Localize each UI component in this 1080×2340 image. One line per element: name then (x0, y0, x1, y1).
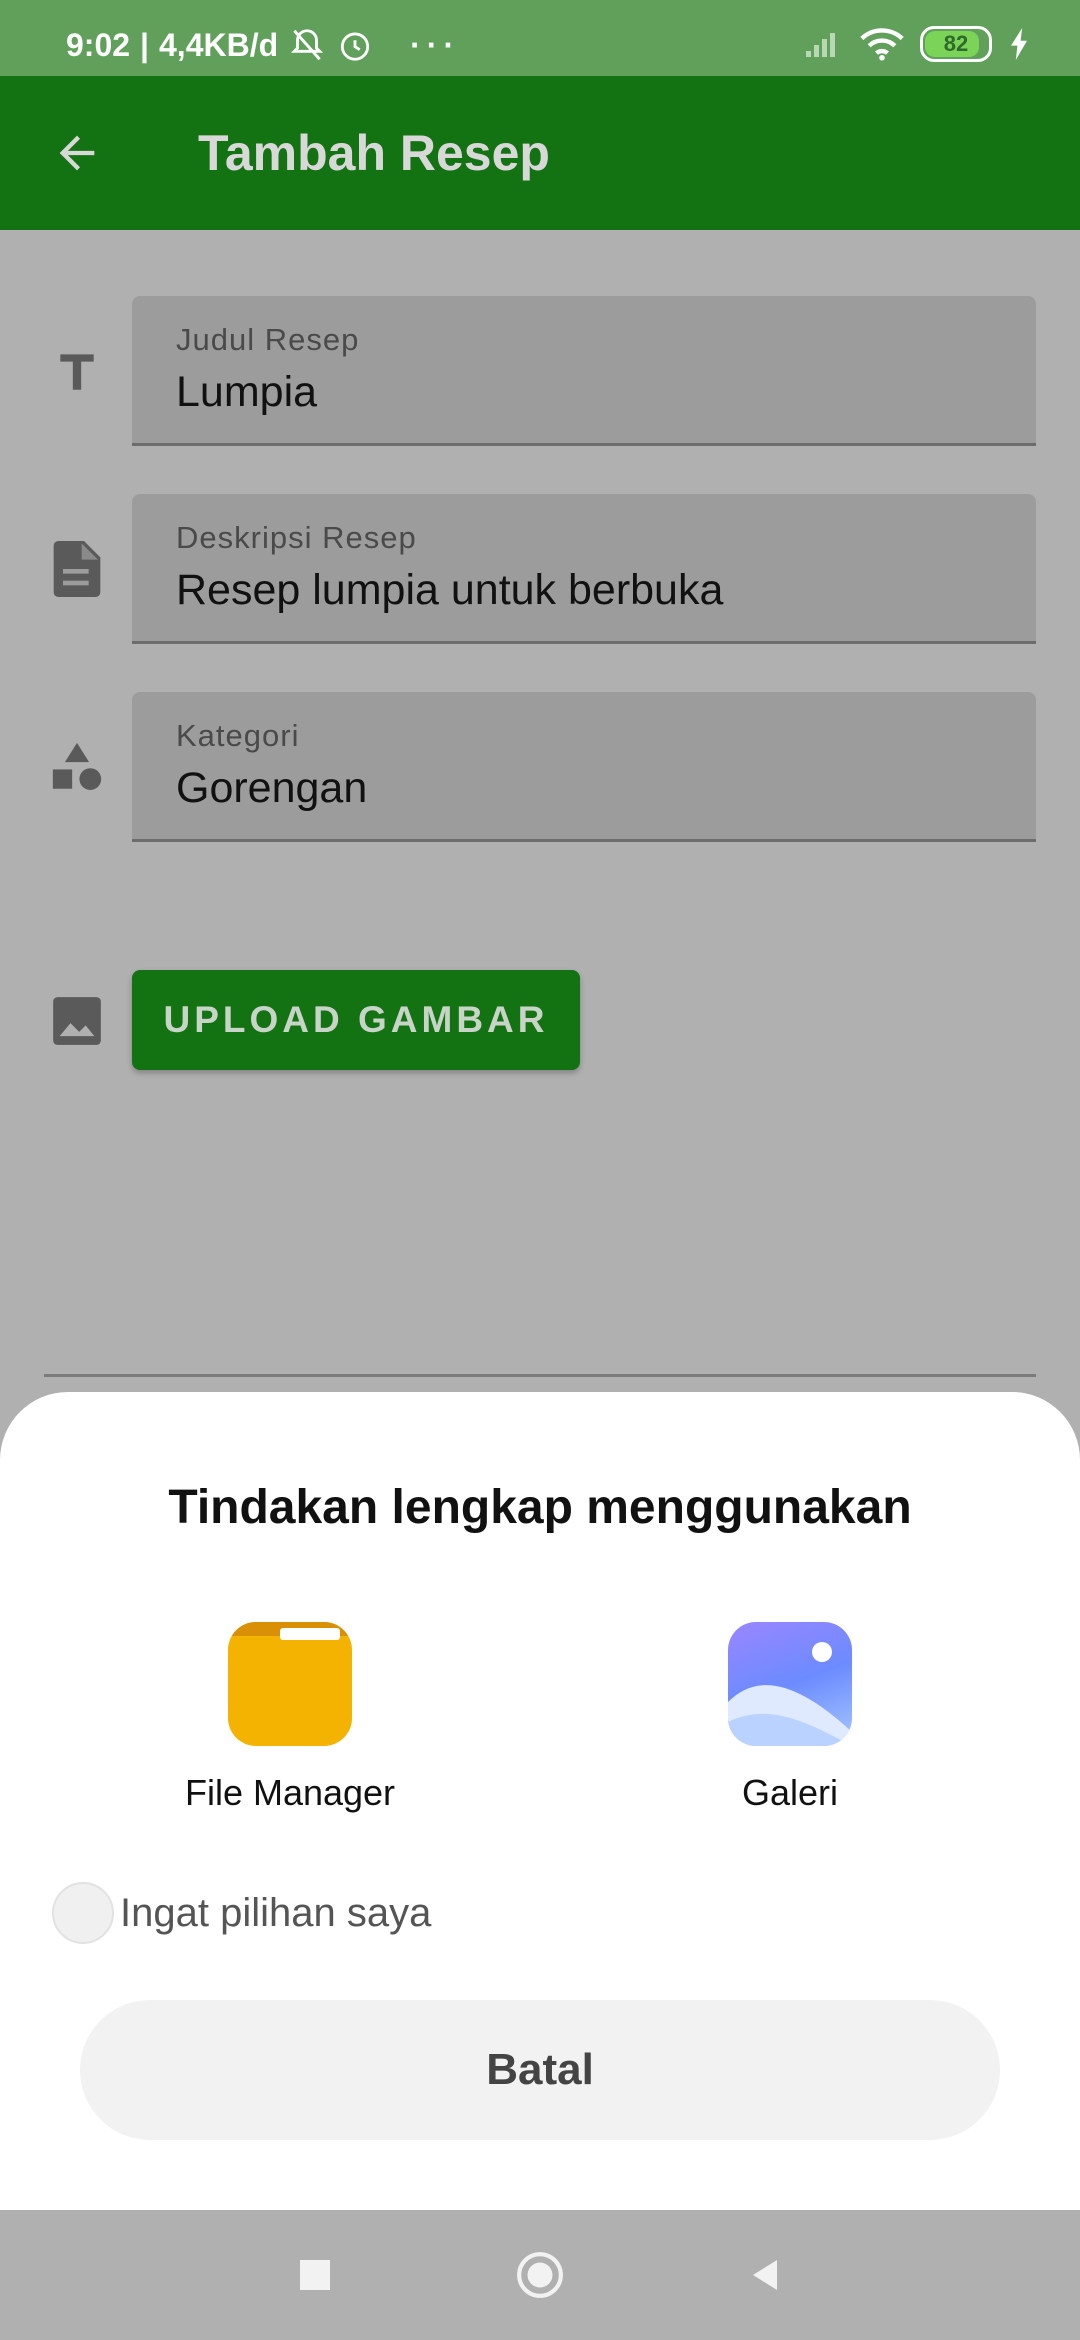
upload-image-button[interactable]: UPLOAD GAMBAR (132, 970, 580, 1070)
text-icon (46, 340, 108, 402)
app-option-file-manager[interactable]: File Manager (140, 1622, 440, 1814)
recipe-description-value: Resep lumpia untuk berbuka (176, 566, 724, 614)
alarm-icon (341, 32, 370, 61)
signal-icon (806, 33, 835, 57)
triangle-back-icon (753, 2260, 777, 2290)
shapes-icon (46, 736, 108, 798)
remember-choice-option[interactable]: Ingat pilihan saya (52, 1882, 431, 1944)
status-left: 9:02 | 4,4KB/d ··· (66, 26, 460, 64)
document-icon (46, 538, 108, 600)
category-field[interactable]: Kategori Gorengan (132, 692, 1036, 842)
navigation-bar (0, 2210, 1080, 2340)
status-network-speed: 4,4KB/d (159, 26, 279, 63)
form-content: Judul Resep Lumpia Deskripsi Resep Resep… (0, 230, 1080, 1390)
status-separator: | (140, 26, 149, 63)
app-option-gallery[interactable]: Galeri (640, 1622, 940, 1814)
recipe-title-value: Lumpia (176, 368, 318, 416)
category-label: Kategori (176, 718, 300, 753)
back-button[interactable] (0, 76, 154, 230)
battery-icon: 82 (920, 26, 992, 62)
gallery-icon (728, 1622, 852, 1746)
cancel-button[interactable]: Batal (80, 2000, 1000, 2140)
app-chooser-sheet: Tindakan lengkap menggunakan File Manage… (0, 1392, 1080, 2210)
file-manager-label: File Manager (184, 1772, 396, 1813)
battery-level: 82 (943, 31, 969, 56)
recipe-title-field[interactable]: Judul Resep Lumpia (132, 296, 1036, 446)
circle-icon (517, 2252, 563, 2298)
status-time: 9:02 (66, 26, 131, 63)
recipe-title-label: Judul Resep (176, 322, 360, 357)
category-value: Gorengan (176, 764, 368, 812)
chooser-title: Tindakan lengkap menggunakan (168, 1481, 912, 1534)
wifi-icon (860, 28, 904, 61)
content-divider (44, 1374, 1036, 1377)
mute-icon (291, 29, 324, 61)
status-bar: 9:02 | 4,4KB/d ··· 82 (0, 0, 1080, 76)
remember-label: Ingat pilihan saya (120, 1890, 432, 1935)
gallery-label: Galeri (741, 1772, 839, 1813)
app-bar: Tambah Resep (0, 76, 1080, 230)
recents-button[interactable] (290, 2250, 340, 2300)
square-icon (300, 2260, 330, 2290)
status-right: 82 (804, 26, 1030, 62)
more-dots: ··· (410, 26, 461, 63)
back-nav-button[interactable] (740, 2250, 790, 2300)
arrow-left-icon (59, 135, 95, 171)
recipe-description-label: Deskripsi Resep (176, 520, 417, 555)
page-title: Tambah Resep (198, 125, 550, 181)
file-manager-icon (228, 1622, 352, 1746)
charging-icon (1011, 28, 1027, 60)
remember-radio[interactable] (52, 1882, 114, 1944)
recipe-description-field[interactable]: Deskripsi Resep Resep lumpia untuk berbu… (132, 494, 1036, 644)
image-icon (46, 990, 108, 1052)
home-button[interactable] (515, 2250, 565, 2300)
